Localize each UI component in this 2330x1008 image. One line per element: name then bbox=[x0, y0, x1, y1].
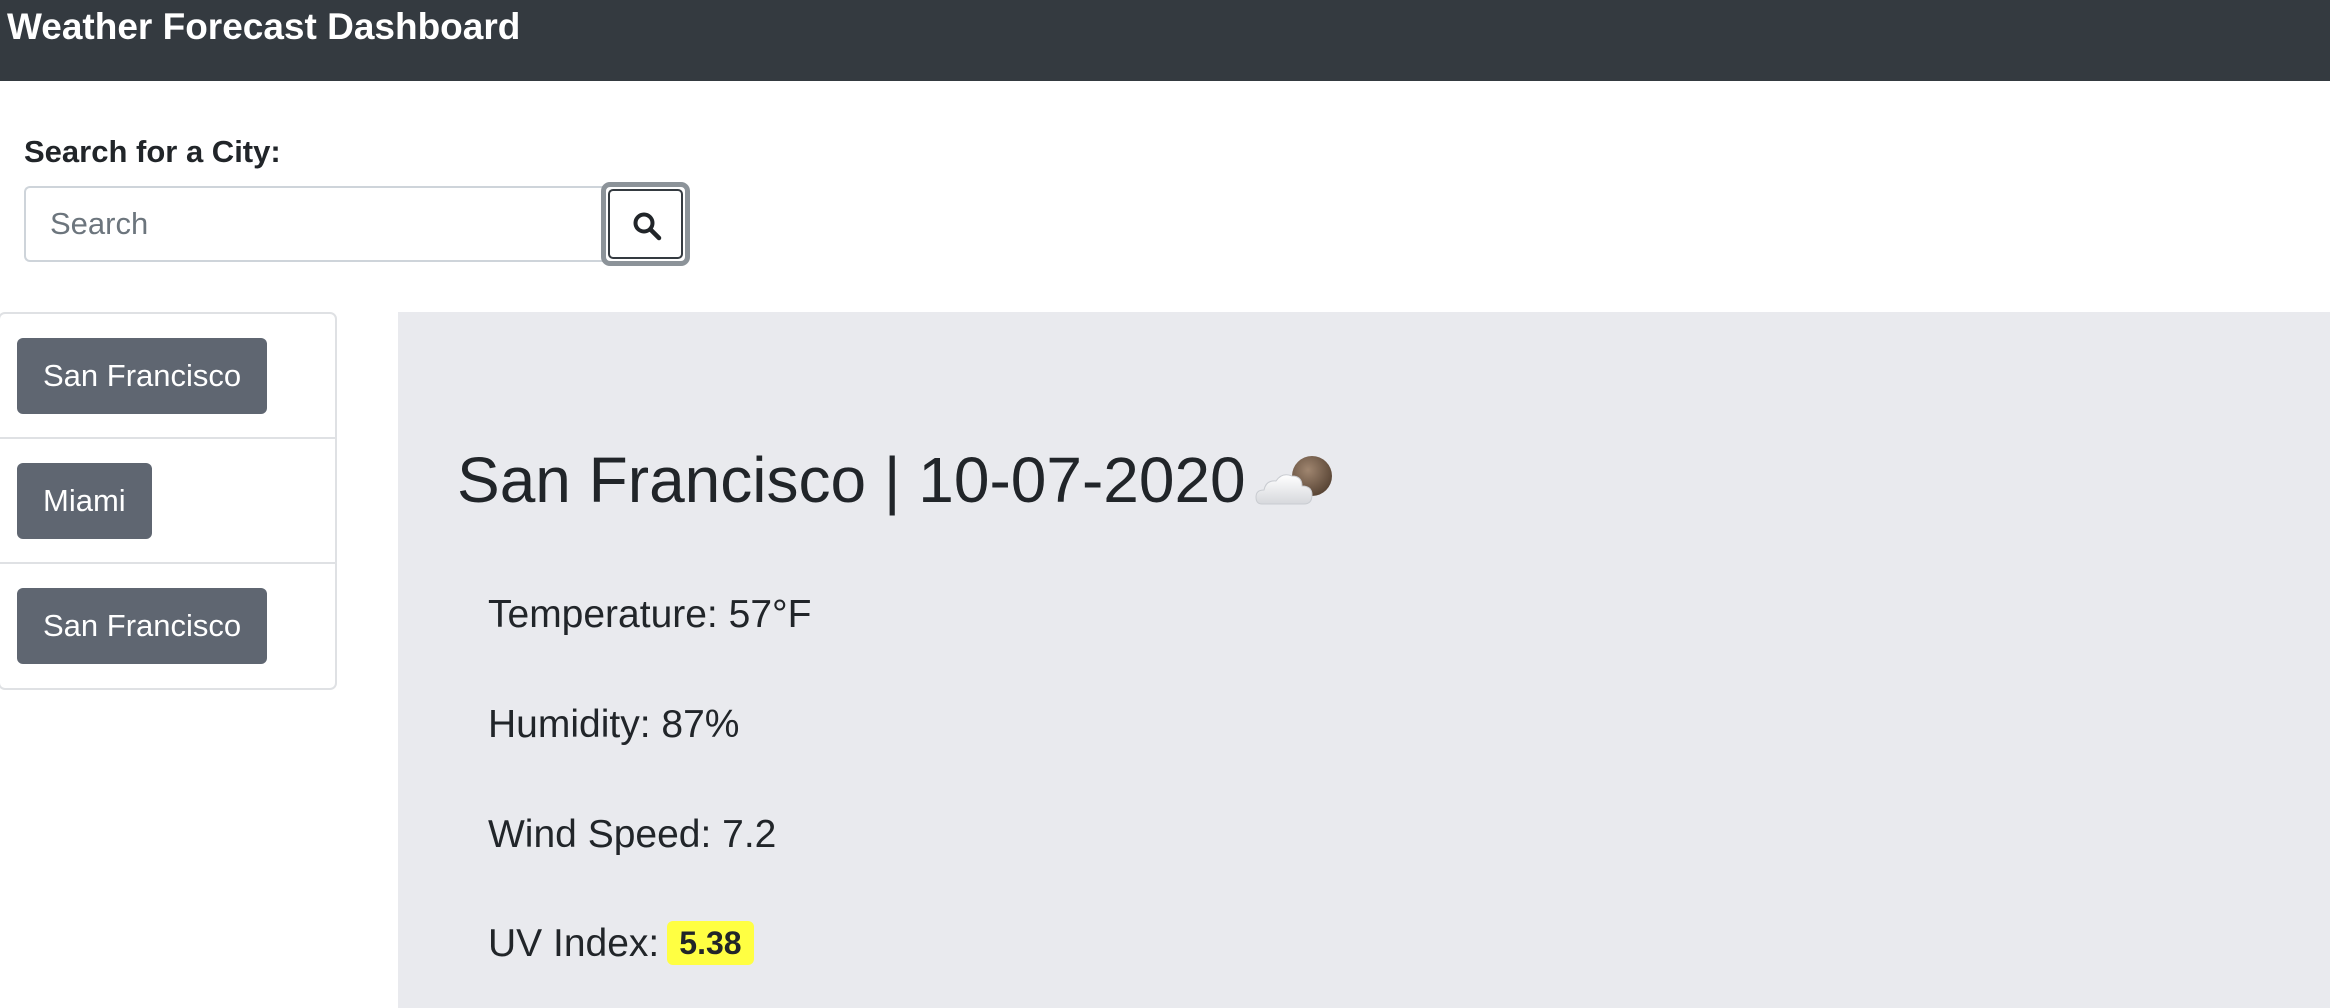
cloud-with-moon-icon bbox=[1254, 450, 1336, 510]
wind-speed-label: Wind Speed: bbox=[488, 813, 712, 856]
uv-index-stat: UV Index: 5.38 bbox=[488, 920, 754, 968]
temperature-value: 57°F bbox=[728, 593, 812, 636]
search-icon bbox=[633, 212, 662, 241]
history-city-button[interactable]: San Francisco bbox=[17, 588, 268, 664]
city-date-text: San Francisco | 10-07-2020 bbox=[457, 444, 1246, 516]
humidity-label: Humidity: bbox=[488, 703, 651, 746]
city-date-heading: San Francisco | 10-07-2020 bbox=[457, 440, 1336, 520]
humidity-value: 87% bbox=[661, 703, 740, 746]
current-weather-panel: San Francisco | 10-07-2020 Temperature: … bbox=[398, 312, 2330, 1008]
history-city-button[interactable]: San Francisco bbox=[17, 338, 268, 414]
app-title: Weather Forecast Dashboard bbox=[7, 6, 521, 47]
temperature-label: Temperature: bbox=[488, 593, 718, 636]
navbar: Weather Forecast Dashboard bbox=[0, 0, 2330, 81]
humidity-stat: Humidity: 87% bbox=[488, 701, 739, 749]
search-button[interactable] bbox=[601, 182, 690, 266]
search-input[interactable] bbox=[24, 186, 606, 262]
list-item: San Francisco bbox=[0, 314, 335, 439]
history-city-button[interactable]: Miami bbox=[17, 463, 152, 539]
uv-index-badge: 5.38 bbox=[667, 921, 754, 965]
list-item: San Francisco bbox=[0, 564, 335, 688]
wind-speed-value: 7.2 bbox=[722, 813, 777, 856]
wind-speed-stat: Wind Speed: 7.2 bbox=[488, 811, 776, 859]
temperature-stat: Temperature: 57°F bbox=[488, 591, 811, 639]
search-history-list: San Francisco Miami San Francisco bbox=[0, 312, 337, 690]
uv-index-label: UV Index: bbox=[488, 922, 660, 965]
list-item: Miami bbox=[0, 439, 335, 564]
search-label: Search for a City: bbox=[24, 134, 281, 169]
